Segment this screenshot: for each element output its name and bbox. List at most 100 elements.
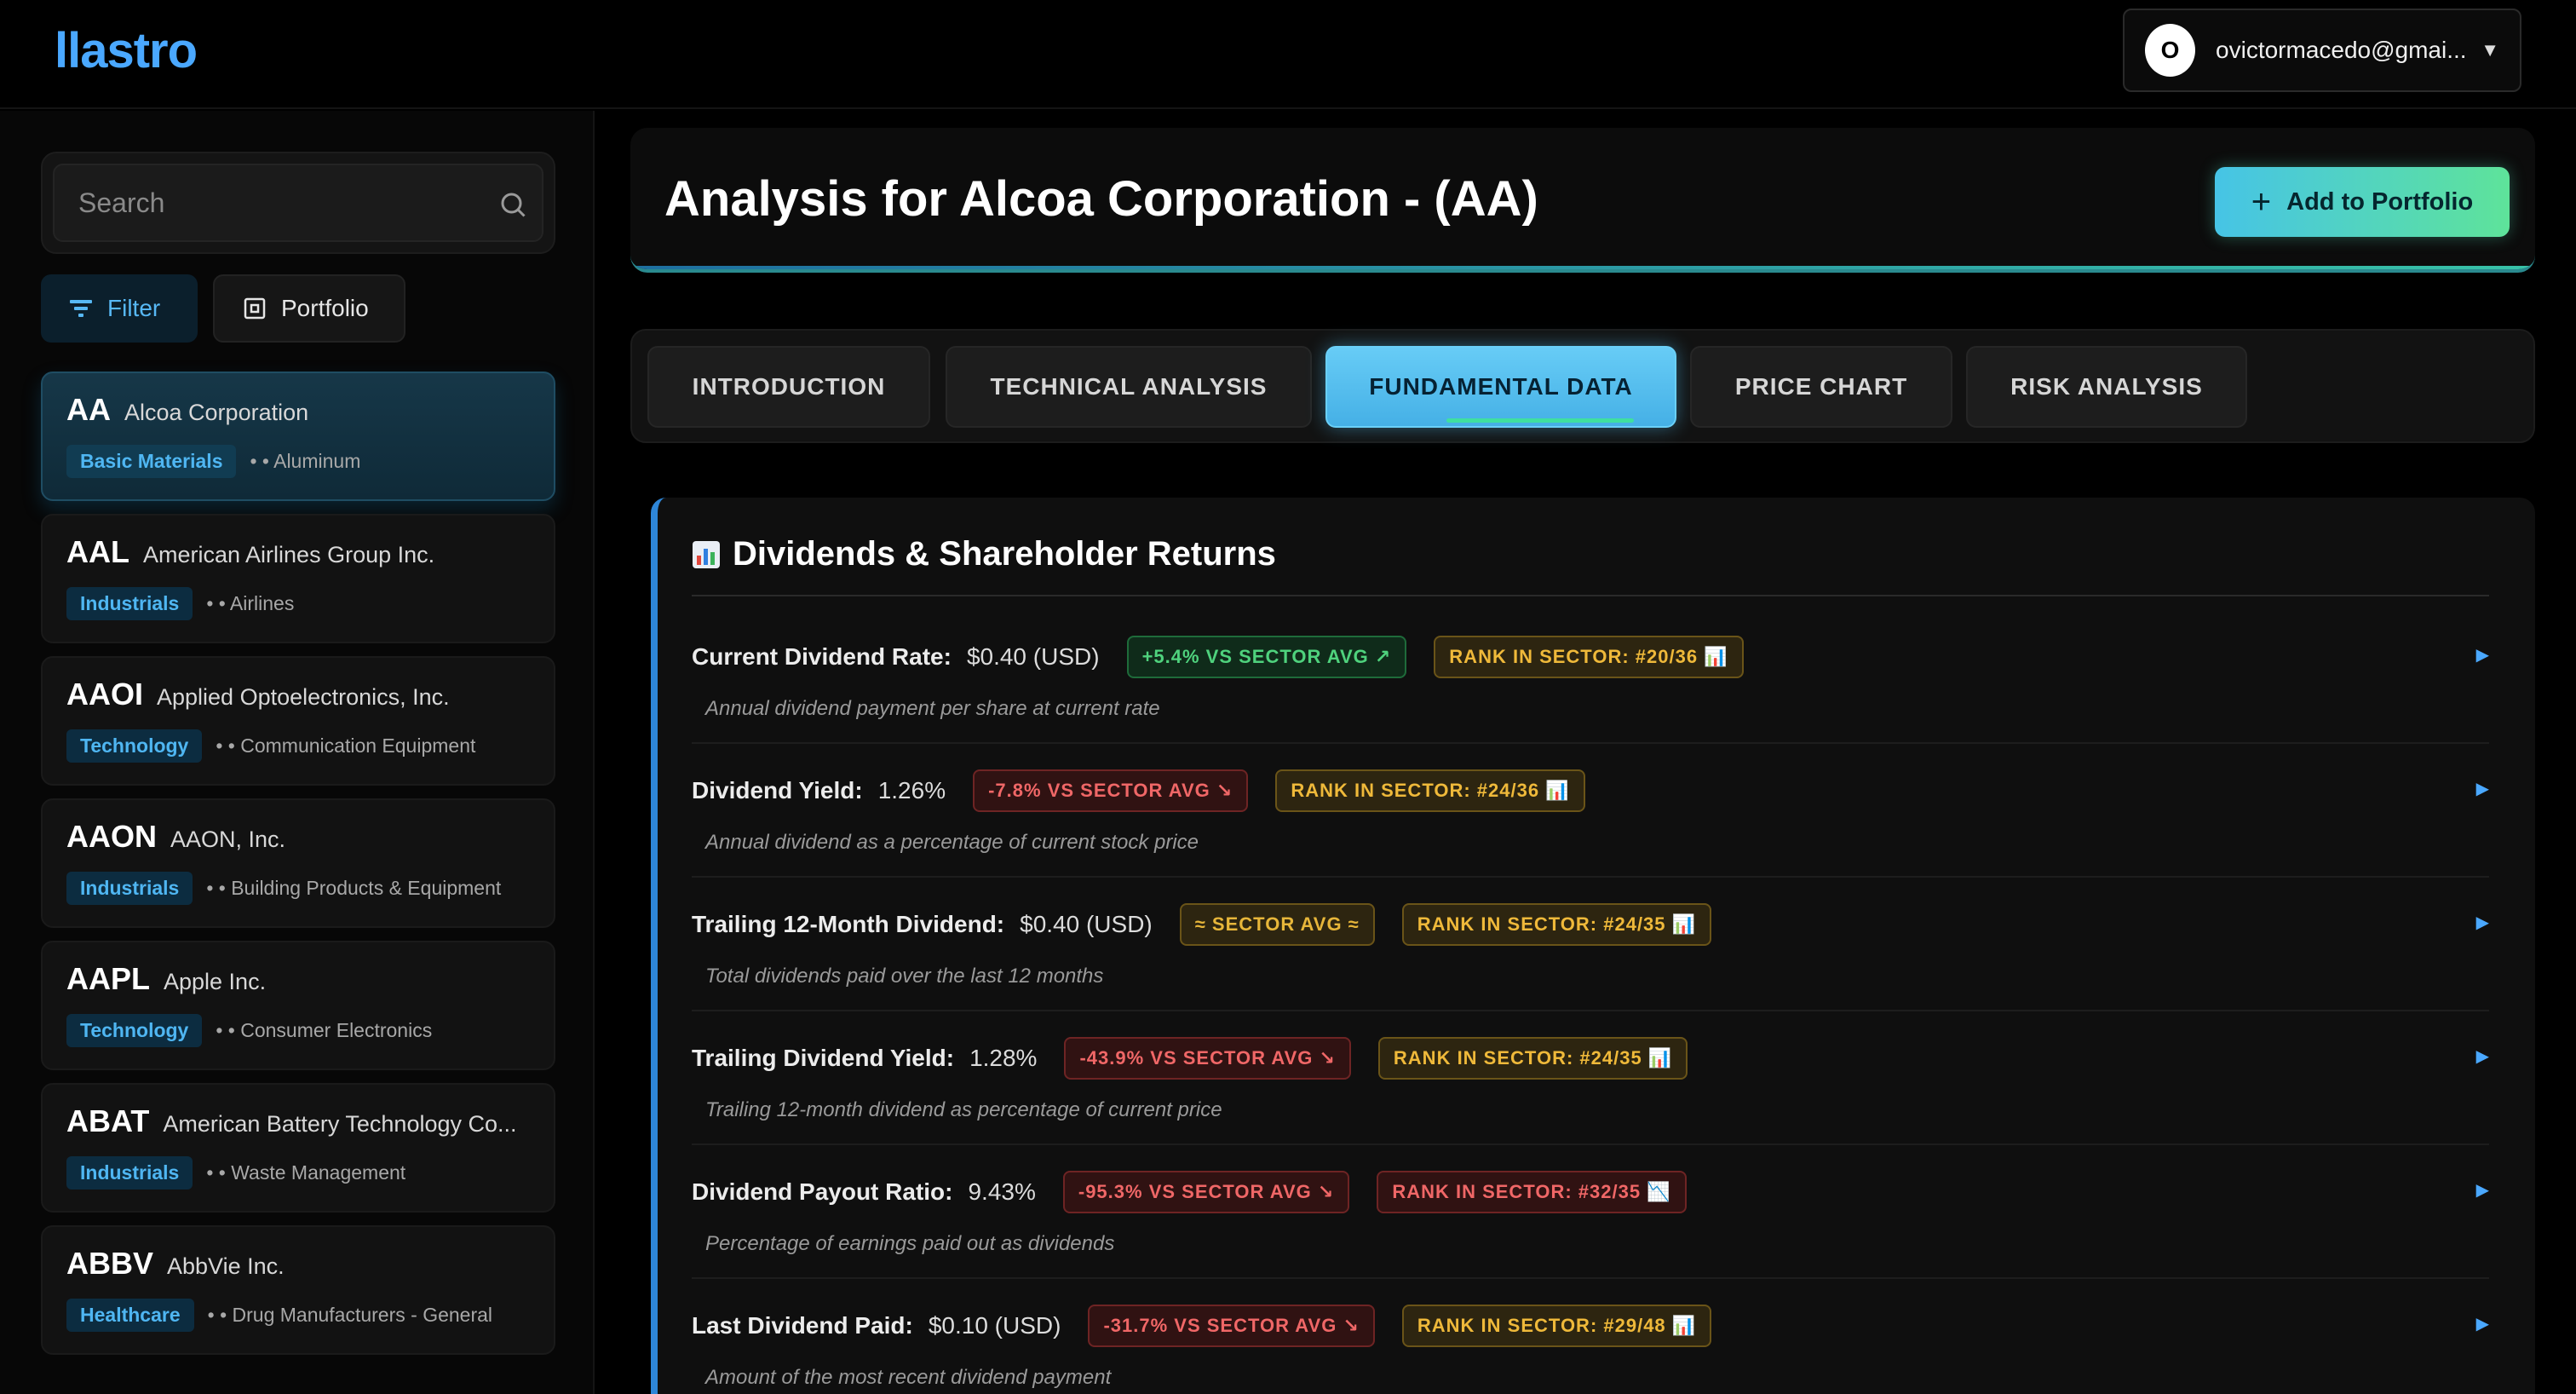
stock-name: AAON, Inc. — [170, 827, 286, 852]
stock-name: American Airlines Group Inc. — [143, 542, 435, 567]
vs-sector-badge: -7.8% VS SECTOR AVG ↘ — [973, 769, 1249, 812]
stock-name: Apple Inc. — [164, 969, 267, 994]
main-content: Analysis for Alcoa Corporation - (AA) + … — [630, 128, 2542, 1394]
metric-value: 1.28% — [969, 1045, 1038, 1071]
rank-badge: RANK IN SECTOR: #24/35 📊 — [1377, 1037, 1688, 1080]
filter-icon — [70, 300, 92, 317]
stock-ticker: AAON — [66, 819, 157, 854]
metric-label: Trailing Dividend Yield: — [692, 1045, 955, 1071]
sector-badge: Industrials — [66, 872, 193, 905]
metric-label: Trailing 12-Month Dividend: — [692, 911, 1005, 937]
metric-trailing-dividend-yield[interactable]: Trailing Dividend Yield: 1.28% -43.9% VS… — [692, 1011, 2489, 1145]
tab-technical-analysis[interactable]: TECHNICAL ANALYSIS — [946, 346, 1312, 428]
vs-sector-badge: -31.7% VS SECTOR AVG ↘ — [1088, 1305, 1375, 1347]
user-menu[interactable]: O ovictormacedo@gmai... ▼ — [2123, 9, 2521, 92]
section-title: Dividends & Shareholder Returns — [692, 535, 1276, 573]
industry-text: • • Consumer Electronics — [216, 1019, 433, 1041]
page-title: Analysis for Alcoa Corporation - (AA) — [664, 171, 1538, 227]
title-card: Analysis for Alcoa Corporation - (AA) + … — [630, 128, 2535, 273]
search-icon[interactable] — [497, 189, 528, 220]
plus-icon: + — [2251, 183, 2272, 221]
vs-sector-badge: -43.9% VS SECTOR AVG ↘ — [1064, 1037, 1351, 1080]
metric-description: Amount of the most recent dividend payme… — [705, 1366, 1112, 1389]
vs-sector-badge: -95.3% VS SECTOR AVG ↘ — [1062, 1171, 1350, 1213]
metric-dividend-payout-ratio[interactable]: Dividend Payout Ratio: 9.43% -95.3% VS S… — [692, 1145, 2489, 1279]
sector-badge: Basic Materials — [66, 445, 237, 478]
stock-ticker: AAL — [66, 534, 129, 569]
metric-last-dividend-paid[interactable]: Last Dividend Paid: $0.10 (USD) -31.7% V… — [692, 1279, 2489, 1394]
portfolio-label: Portfolio — [281, 295, 369, 321]
industry-text: • • Drug Manufacturers - General — [207, 1304, 493, 1326]
rank-badge: RANK IN SECTOR: #29/48 📊 — [1401, 1305, 1712, 1347]
metric-description: Percentage of earnings paid out as divid… — [705, 1232, 1115, 1255]
top-bar: llastro O ovictormacedo@gmai... ▼ — [0, 0, 2576, 109]
filter-label: Filter — [107, 295, 161, 321]
section-title-text: Dividends & Shareholder Returns — [733, 535, 1276, 573]
stock-item-abat[interactable]: ABAT American Battery Technology Co... I… — [41, 1083, 555, 1213]
stock-list: AA Alcoa Corporation Basic Materials • •… — [41, 372, 555, 1368]
expand-arrow-icon[interactable]: ▶ — [2476, 1313, 2489, 1334]
expand-arrow-icon[interactable]: ▶ — [2476, 778, 2489, 799]
metric-current-dividend-rate[interactable]: Current Dividend Rate: $0.40 (USD) +5.4%… — [692, 610, 2489, 744]
industry-text: • • Aluminum — [250, 450, 361, 472]
add-to-portfolio-button[interactable]: + Add to Portfolio — [2215, 167, 2510, 237]
add-to-portfolio-label: Add to Portfolio — [2286, 187, 2474, 216]
industry-text: • • Building Products & Equipment — [206, 877, 502, 899]
search-box — [41, 152, 555, 254]
expand-arrow-icon[interactable]: ▶ — [2476, 1046, 2489, 1067]
metric-label: Current Dividend Rate: — [692, 643, 952, 670]
metric-value: 1.26% — [877, 777, 946, 804]
industry-text: • • Waste Management — [206, 1161, 406, 1184]
industry-text: • • Airlines — [206, 592, 295, 614]
metric-value: 9.43% — [968, 1178, 1036, 1205]
stock-item-aapl[interactable]: AAPL Apple Inc. Technology • • Consumer … — [41, 941, 555, 1070]
sector-badge: Technology — [66, 1014, 203, 1047]
stock-item-aaon[interactable]: AAON AAON, Inc. Industrials • • Building… — [41, 798, 555, 928]
tab-risk-analysis[interactable]: RISK ANALYSIS — [1966, 346, 2247, 428]
chevron-down-icon: ▼ — [2481, 39, 2499, 60]
tab-bar: INTRODUCTION TECHNICAL ANALYSIS FUNDAMEN… — [630, 329, 2535, 443]
sidebar: Filter Portfolio AA Alcoa Corporation Ba… — [0, 111, 595, 1394]
filter-button[interactable]: Filter — [41, 274, 198, 343]
search-input[interactable] — [53, 164, 543, 242]
metric-description: Trailing 12-month dividend as percentage… — [705, 1098, 1222, 1121]
metric-description: Annual dividend as a percentage of curre… — [705, 831, 1199, 854]
stock-ticker: ABAT — [66, 1103, 150, 1138]
tab-introduction[interactable]: INTRODUCTION — [647, 346, 930, 428]
stock-ticker: AA — [66, 392, 111, 427]
sector-badge: Industrials — [66, 1156, 193, 1190]
expand-arrow-icon[interactable]: ▶ — [2476, 1179, 2489, 1201]
stock-ticker: AAOI — [66, 677, 143, 711]
expand-arrow-icon[interactable]: ▶ — [2476, 912, 2489, 933]
rank-badge: RANK IN SECTOR: #24/35 📊 — [1401, 903, 1712, 946]
tab-price-chart[interactable]: PRICE CHART — [1690, 346, 1952, 428]
stock-name: AbbVie Inc. — [167, 1253, 285, 1279]
tab-fundamental-data[interactable]: FUNDAMENTAL DATA — [1325, 346, 1676, 428]
sector-badge: Technology — [66, 729, 203, 763]
metric-description: Total dividends paid over the last 12 mo… — [705, 965, 1104, 988]
metric-value: $0.10 (USD) — [928, 1312, 1061, 1339]
section-divider — [692, 595, 2489, 596]
stock-item-aa[interactable]: AA Alcoa Corporation Basic Materials • •… — [41, 372, 555, 501]
portfolio-icon — [244, 297, 266, 320]
metric-value: $0.40 (USD) — [966, 643, 1100, 670]
expand-arrow-icon[interactable]: ▶ — [2476, 644, 2489, 665]
metric-label: Dividend Payout Ratio: — [692, 1178, 953, 1205]
bar-chart-icon — [693, 540, 720, 568]
app-logo[interactable]: llastro — [55, 22, 198, 79]
stock-name: American Battery Technology Co... — [163, 1111, 517, 1137]
metric-value: $0.40 (USD) — [1020, 911, 1153, 937]
user-avatar: O — [2145, 24, 2196, 77]
rank-badge: RANK IN SECTOR: #32/35 📉 — [1377, 1171, 1687, 1213]
stock-item-abbv[interactable]: ABBV AbbVie Inc. Healthcare • • Drug Man… — [41, 1225, 555, 1355]
portfolio-button[interactable]: Portfolio — [213, 274, 405, 343]
metric-trailing-12-month-dividend[interactable]: Trailing 12-Month Dividend: $0.40 (USD) … — [692, 878, 2489, 1011]
industry-text: • • Communication Equipment — [216, 734, 476, 757]
stock-item-aal[interactable]: AAL American Airlines Group Inc. Industr… — [41, 514, 555, 643]
dividends-section: Dividends & Shareholder Returns Current … — [651, 498, 2535, 1394]
stock-item-aaoi[interactable]: AAOI Applied Optoelectronics, Inc. Techn… — [41, 656, 555, 786]
vs-sector-badge: +5.4% VS SECTOR AVG ↗ — [1126, 636, 1407, 678]
stock-name: Applied Optoelectronics, Inc. — [157, 684, 450, 710]
sector-badge: Industrials — [66, 587, 193, 620]
metric-dividend-yield[interactable]: Dividend Yield: 1.26% -7.8% VS SECTOR AV… — [692, 744, 2489, 878]
